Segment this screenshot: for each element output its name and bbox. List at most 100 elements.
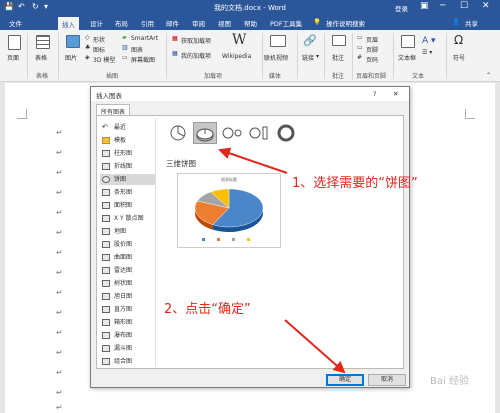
ok-button[interactable]: 确定 [326,374,364,386]
header-button[interactable]: 页眉 [366,35,378,44]
footer-button[interactable]: 页脚 [366,45,378,54]
sunburst-chart-icon [102,293,110,300]
group-label-text: 文本 [412,73,425,80]
group-separator [352,33,353,79]
tab-help[interactable]: 帮助 [244,18,257,28]
category-pie[interactable]: 饼图 [100,174,155,185]
category-surface[interactable]: 曲面图 [100,252,155,263]
table-button[interactable]: 表格 [35,53,47,62]
category-line[interactable]: 折线图 [100,161,155,172]
shapes-icon: ◇ [85,34,90,41]
symbols-button[interactable]: 符号 [453,53,465,62]
tab-file[interactable]: 文件 [9,18,22,28]
category-scatter[interactable]: X Y 散点图 [100,213,155,224]
paragraph-mark-icon: ↵ [56,268,63,277]
category-label: 瀑布图 [114,332,133,339]
dialog-help-button[interactable]: ? [373,90,376,98]
link-dropdown-icon[interactable]: ▾ [316,53,319,60]
restore-ribbon-icon[interactable]: ▣ [420,1,429,11]
get-addins-icon: ▦ [172,35,178,42]
minimize-button[interactable]: ─ [440,1,445,11]
category-column[interactable]: 柱形图 [100,148,155,159]
category-map[interactable]: 地图 [100,226,155,237]
tab-view[interactable]: 视图 [218,18,231,28]
category-funnel[interactable]: 漏斗图 [100,343,155,354]
category-sunburst[interactable]: 旭日图 [100,291,155,302]
chart-preview[interactable]: 图表标题 [177,173,281,248]
annotation-step2: 2、点击“确定” [164,302,251,317]
text-box-icon [401,35,415,48]
3d-models-button[interactable]: 3D 模型 [93,55,115,64]
insert-chart-dialog: 插入图表 ? ✕ 所有图表 ↶ 最近 模板 柱形图 折线图 饼图 条形图 面积图 … [90,86,410,388]
page-number-button[interactable]: 页码 [366,55,378,64]
category-label: 面积图 [114,202,133,209]
tab-review[interactable]: 审阅 [192,18,205,28]
tab-layout[interactable]: 布局 [115,18,128,28]
login-link[interactable]: 登录 [395,3,408,13]
category-templates[interactable]: 模板 [100,135,155,146]
tab-mailings[interactable]: 邮件 [166,18,179,28]
subtype-3d-pie[interactable] [193,122,217,144]
subtype-doughnut[interactable] [274,122,298,144]
picture-button[interactable]: 图片 [65,53,77,62]
category-label: 饼图 [114,176,127,183]
get-addins-button[interactable]: 获取加载项 [181,36,211,45]
category-waterfall[interactable]: 瀑布图 [100,330,155,341]
group-separator [324,33,325,79]
dialog-close-button[interactable]: ✕ [393,90,398,98]
online-video-button[interactable]: 联机视频 [264,53,288,62]
cancel-button[interactable]: 取消 [368,374,406,386]
category-radar[interactable]: 雷达图 [100,265,155,276]
icons-button[interactable]: 图标 [93,45,105,54]
my-addins-button[interactable]: 我的加载项 [181,51,211,60]
radar-chart-icon [102,267,110,274]
tab-pdf-tools[interactable]: PDF工具集 [270,18,302,28]
maximize-button[interactable]: ☐ [460,1,468,11]
category-treemap[interactable]: 树状图 [100,278,155,289]
close-window-button[interactable]: ✕ [482,1,490,11]
tab-all-charts[interactable]: 所有图表 [96,104,131,116]
waterfall-chart-icon [102,332,110,339]
category-stock[interactable]: 股价图 [100,239,155,250]
smartart-button[interactable]: SmartArt [131,35,158,42]
area-chart-icon [102,202,110,209]
text-tools-icon[interactable]: A ▾ [422,36,436,46]
category-area[interactable]: 面积图 [100,200,155,211]
category-recent[interactable]: ↶ 最近 [100,122,155,133]
paragraph-mark-icon: ↵ [56,308,63,317]
subtype-pie-of-pie[interactable] [220,122,244,144]
wikipedia-button[interactable]: Wikipedia [222,53,251,60]
chart-button[interactable]: 图表 [131,45,143,54]
category-bar[interactable]: 条形图 [100,187,155,198]
group-label-table: 表格 [36,73,49,80]
category-label: X Y 散点图 [114,215,144,222]
text-box-button[interactable]: 文本框 [398,53,416,62]
folder-icon [102,137,110,144]
category-combo[interactable]: 组合图 [100,356,155,367]
pie-chart-icon [102,176,110,183]
screenshot-button[interactable]: 屏幕截图 [131,55,155,64]
tab-references[interactable]: 引用 [141,18,154,28]
bar-chart-icon [102,189,110,196]
histogram-chart-icon [102,306,110,313]
category-box-whisker[interactable]: 箱形图 [100,317,155,328]
link-button[interactable]: 链接 [302,53,314,62]
tab-design[interactable]: 设计 [90,18,103,28]
text-tools-small-icon[interactable]: ☰ ▾ [422,49,432,56]
pages-button[interactable]: 页面 [7,53,19,62]
paragraph-mark-icon: ↵ [56,288,63,297]
paragraph-mark-icon: ↵ [56,403,63,412]
screenshot-icon: ▭ [122,54,128,61]
shapes-button[interactable]: 形状 [93,35,105,44]
comment-button[interactable]: 批注 [332,53,344,62]
subtype-pie[interactable] [166,122,190,144]
tab-insert[interactable]: 插入 [58,17,79,30]
share-button[interactable]: 共享 [465,18,478,28]
page-number-icon: # [357,54,363,61]
group-label-comments: 批注 [332,73,345,80]
tell-me-search[interactable]: 操作说明搜索 [326,18,365,28]
online-video-icon [270,35,286,47]
subtype-bar-of-pie[interactable] [247,122,271,144]
collapse-ribbon-icon[interactable]: ⌃ [486,72,491,79]
category-histogram[interactable]: 直方图 [100,304,155,315]
